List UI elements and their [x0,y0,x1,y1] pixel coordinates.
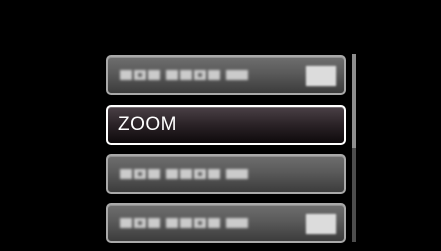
menu-item-1[interactable] [106,55,346,95]
menu-item-4[interactable] [106,203,346,243]
camera-menu-screen: ZOOM [0,0,441,251]
scrollbar-thumb[interactable] [352,54,356,148]
setting-value-icon [306,66,336,86]
menu-item-label: ZOOM [118,114,177,135]
setting-value-icon [306,214,336,234]
scrollbar[interactable] [352,54,356,242]
menu-item-zoom[interactable]: ZOOM [106,105,346,145]
menu-item-3[interactable] [106,154,346,194]
